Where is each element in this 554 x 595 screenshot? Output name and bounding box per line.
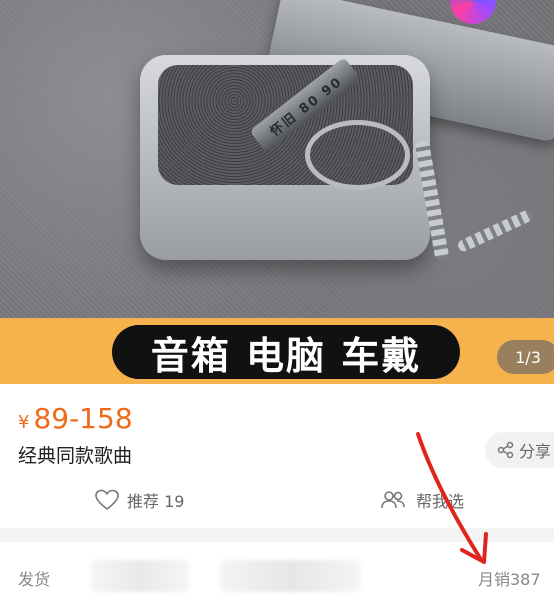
app-logo-icon bbox=[450, 0, 496, 24]
image-page-indicator: 1/3 bbox=[497, 340, 554, 374]
help-choose-label: 帮我选 bbox=[416, 492, 465, 511]
section-divider bbox=[0, 528, 554, 542]
blurred-region bbox=[90, 560, 190, 592]
currency-symbol: ¥ bbox=[18, 412, 30, 433]
heart-icon bbox=[95, 489, 119, 511]
chain-end bbox=[456, 208, 534, 254]
shipping-label: 发货 bbox=[18, 570, 51, 589]
shipping-row[interactable]: 发货 月销387 bbox=[0, 542, 554, 595]
banner-pill: 音箱 电脑 车戴 bbox=[112, 325, 460, 379]
blurred-region bbox=[220, 560, 360, 592]
share-button[interactable]: 分享 bbox=[485, 432, 554, 468]
product-title: 经典同款歌曲 bbox=[18, 445, 133, 467]
share-label: 分享 bbox=[519, 442, 552, 461]
help-choose-button[interactable]: 帮我选 bbox=[380, 488, 464, 512]
price-range: 89-158 bbox=[33, 402, 133, 435]
people-icon bbox=[381, 491, 405, 509]
keyring bbox=[305, 120, 410, 190]
recommend-label: 推荐 19 bbox=[127, 492, 185, 511]
monthly-sales: 月销387 bbox=[478, 570, 541, 589]
banner-text: 音箱 电脑 车戴 bbox=[150, 333, 422, 378]
recommend-button[interactable]: 推荐 19 bbox=[95, 488, 184, 512]
share-icon bbox=[497, 441, 514, 459]
product-image[interactable]: 怀旧 80 90 bbox=[0, 0, 554, 318]
price: ¥89-158 bbox=[18, 402, 133, 435]
actions-row: 推荐 19 帮我选 bbox=[0, 482, 554, 516]
